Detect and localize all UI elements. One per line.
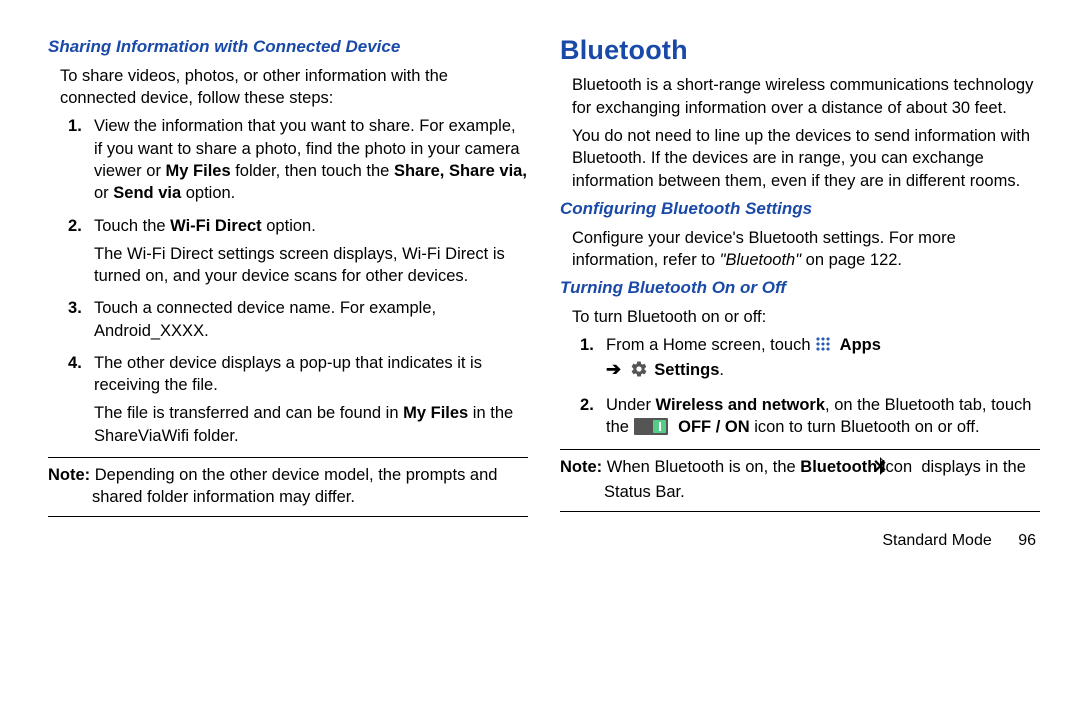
arrow-icon: ➔ xyxy=(606,357,621,381)
apps-label: Apps xyxy=(840,336,881,354)
page-footer: Standard Mode 96 xyxy=(560,530,1040,552)
text-italic: "Bluetooth" xyxy=(720,251,801,269)
text: When Bluetooth is on, the xyxy=(602,458,800,476)
text: The file is transferred and can be found… xyxy=(94,404,403,422)
text: icon to turn Bluetooth on or off. xyxy=(750,418,980,436)
note-label: Note: xyxy=(48,466,90,484)
cfg-text: Configure your device's Bluetooth settin… xyxy=(560,227,1040,272)
text-bold: Wi-Fi Direct xyxy=(170,217,262,235)
footer-page-number: 96 xyxy=(1018,532,1036,549)
text-bold: My Files xyxy=(166,162,231,180)
text-bold: Send via xyxy=(113,184,181,202)
text: From a Home screen, touch xyxy=(606,336,815,354)
settings-icon xyxy=(630,360,648,384)
note-text: Depending on the other device model, the… xyxy=(90,466,497,506)
steps-list-right: From a Home screen, touch Apps ➔ Setting… xyxy=(560,334,1040,438)
note-block-right: Note: When Bluetooth is on, the Bluetoot… xyxy=(560,449,1040,513)
step-2-right: Under Wireless and network, on the Bluet… xyxy=(560,394,1040,439)
left-column: Sharing Information with Connected Devic… xyxy=(48,32,528,552)
text: or xyxy=(94,184,113,202)
heading-configuring: Configuring Bluetooth Settings xyxy=(560,198,1040,221)
step-4: The other device displays a pop-up that … xyxy=(48,352,528,447)
heading-turning: Turning Bluetooth On or Off xyxy=(560,277,1040,300)
bt-desc-2: You do not need to line up the devices t… xyxy=(560,125,1040,192)
text: Touch a connected device name. For examp… xyxy=(94,299,436,339)
steps-list-left: View the information that you want to sh… xyxy=(48,115,528,446)
text: The other device displays a pop-up that … xyxy=(94,354,482,394)
bt-desc-1: Bluetooth is a short-range wireless comm… xyxy=(560,74,1040,119)
footer-section: Standard Mode xyxy=(882,532,991,549)
apps-icon xyxy=(815,336,831,352)
text-bold: Share, Share via, xyxy=(394,162,527,180)
step-3: Touch a connected device name. For examp… xyxy=(48,297,528,342)
page: Sharing Information with Connected Devic… xyxy=(0,0,1080,562)
step-1-right: From a Home screen, touch Apps ➔ Setting… xyxy=(560,334,1040,384)
text: Under xyxy=(606,396,656,414)
heading-sharing: Sharing Information with Connected Devic… xyxy=(48,36,528,59)
text: option. xyxy=(181,184,235,202)
intro-text: To share videos, photos, or other inform… xyxy=(48,65,528,110)
step-1: View the information that you want to sh… xyxy=(48,115,528,204)
text: option. xyxy=(262,217,316,235)
text: Touch the xyxy=(94,217,170,235)
note-label: Note: xyxy=(560,458,602,476)
right-column: Bluetooth Bluetooth is a short-range wir… xyxy=(560,32,1040,552)
turn-intro: To turn Bluetooth on or off: xyxy=(560,306,1040,328)
text: The Wi-Fi Direct settings screen display… xyxy=(94,245,505,285)
heading-bluetooth: Bluetooth xyxy=(560,32,1040,68)
step-2: Touch the Wi-Fi Direct option. The Wi-Fi… xyxy=(48,215,528,288)
text-bold: My Files xyxy=(403,404,468,422)
text: on page 122. xyxy=(801,251,902,269)
note-block-left: Note: Depending on the other device mode… xyxy=(48,457,528,518)
toggle-icon xyxy=(634,418,668,435)
text-bold: Wireless and network xyxy=(656,396,826,414)
off-on-label: OFF / ON xyxy=(678,418,750,436)
period: . xyxy=(719,361,724,379)
settings-label: Settings xyxy=(654,361,719,379)
text: folder, then touch the xyxy=(231,162,394,180)
text-bold: Bluetooth xyxy=(800,458,877,476)
